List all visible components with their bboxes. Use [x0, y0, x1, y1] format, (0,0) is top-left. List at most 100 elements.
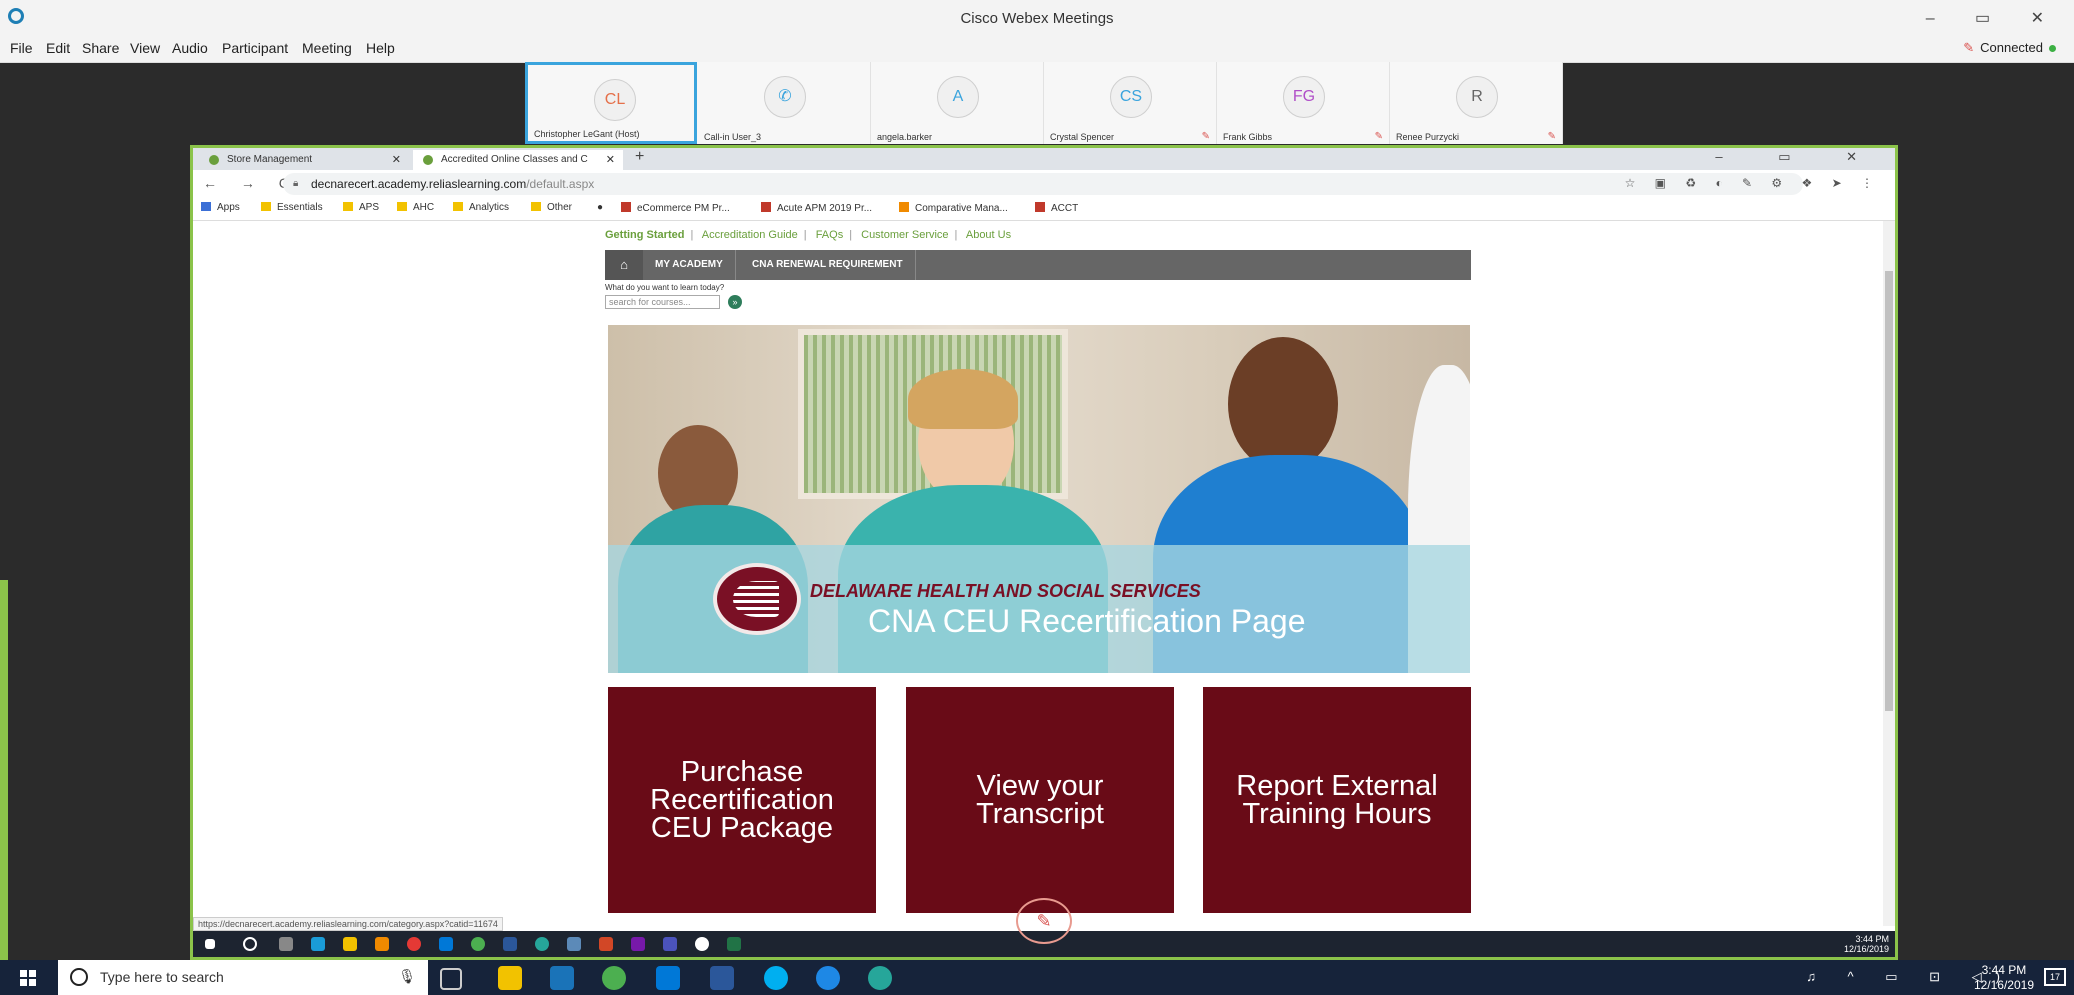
menu-meeting[interactable]: Meeting [302, 40, 352, 56]
link-customer-service[interactable]: Customer Service [861, 229, 948, 241]
page-icon [1035, 202, 1045, 212]
bookmark-other[interactable]: Other [531, 202, 572, 213]
avatar: CS [1110, 76, 1152, 118]
link-getting-started[interactable]: Getting Started [605, 229, 684, 241]
bookmark-acute-apm[interactable]: Acute APM 2019 Pr... [761, 202, 872, 214]
participant-tile[interactable]: A angela.barker [871, 62, 1044, 144]
floating-mute-icon[interactable]: ✎ [1016, 898, 1072, 944]
bookmark-comparative[interactable]: Comparative Mana... [899, 202, 1008, 214]
home-icon[interactable]: ⌂ [605, 250, 643, 280]
chrome-icon[interactable] [471, 937, 485, 951]
browser-window-controls[interactable]: – ▭ ✕ [1715, 149, 1883, 165]
skype-icon[interactable] [764, 966, 788, 990]
onenote-icon[interactable] [631, 937, 645, 951]
microphone-icon[interactable]: 🎙︎ [398, 968, 416, 985]
teams-icon[interactable] [663, 937, 677, 951]
nav-my-academy[interactable]: MY ACADEMY [643, 250, 736, 280]
file-explorer-icon[interactable] [343, 937, 357, 951]
close-tab-icon[interactable]: ✕ [606, 150, 615, 170]
extension-icons[interactable]: ☆ ▣ ♻ ◐ ✎ ⚙ ❖ ➤ ⋮ [1625, 176, 1881, 190]
task-view-icon[interactable] [440, 968, 462, 990]
accent-stripe [0, 580, 8, 960]
link-faqs[interactable]: FAQs [816, 229, 844, 241]
participant-tile[interactable]: ✆ Call-in User_3 [698, 62, 871, 144]
connection-label: Connected [1980, 40, 2043, 55]
purchase-ceu-package-button[interactable]: Purchase Recertification CEU Package [608, 687, 876, 913]
word-icon[interactable] [503, 937, 517, 951]
app-icon[interactable] [535, 937, 549, 951]
close-tab-icon[interactable]: ✕ [392, 150, 401, 170]
app-icon[interactable] [550, 966, 574, 990]
bookmark-essentials[interactable]: Essentials [261, 202, 323, 213]
menu-participant[interactable]: Participant [222, 40, 288, 56]
tab-accredited-online-classes[interactable]: Accredited Online Classes and C ✕ [413, 150, 623, 170]
outlook-icon[interactable] [656, 966, 680, 990]
participant-tile[interactable]: CL Christopher LeGant (Host) [525, 62, 697, 144]
notification-center-icon[interactable]: 17 [2044, 968, 2066, 986]
edge-icon[interactable] [816, 966, 840, 990]
excel-icon[interactable] [727, 937, 741, 951]
tab-title: Store Management [227, 154, 313, 165]
participant-tile[interactable]: R Renee Purzycki ✎ [1390, 62, 1563, 144]
course-search-input[interactable]: search for courses... [605, 295, 720, 309]
folder-icon [453, 202, 463, 211]
bookmark-aps[interactable]: APS [343, 202, 379, 213]
tab-store-management[interactable]: Store Management ✕ [199, 150, 409, 170]
menu-edit[interactable]: Edit [46, 40, 70, 56]
app-icon[interactable] [311, 937, 325, 951]
report-external-training-button[interactable]: Report External Training Hours [1203, 687, 1471, 913]
hero-agency-name: DELAWARE HEALTH AND SOCIAL SERVICES [810, 581, 1201, 601]
bookmark-ecommerce[interactable]: eCommerce PM Pr... [621, 202, 730, 214]
lock-icon[interactable]: 🔒︎ [293, 178, 298, 189]
participant-tile[interactable]: FG Frank Gibbs ✎ [1217, 62, 1390, 144]
view-transcript-button[interactable]: View your Transcript [906, 687, 1174, 913]
link-about-us[interactable]: About Us [966, 229, 1011, 241]
bookmark-ahc[interactable]: AHC [397, 202, 434, 213]
avatar: R [1456, 76, 1498, 118]
search-label: What do you want to learn today? [605, 283, 725, 292]
app-icon[interactable] [567, 937, 581, 951]
app-icon[interactable] [375, 937, 389, 951]
participant-tile[interactable]: CS Crystal Spencer ✎ [1044, 62, 1217, 144]
bookmark-apps[interactable]: Apps [201, 202, 240, 213]
powerpoint-icon[interactable] [599, 937, 613, 951]
url-field[interactable]: decnarecert.academy.reliaslearning.com/d… [283, 173, 1803, 195]
webex-window-controls[interactable]: – ▭ ✕ [1926, 8, 2062, 28]
photo-person [908, 369, 1018, 429]
outlook-icon[interactable] [439, 937, 453, 951]
bookmark-analytics[interactable]: Analytics [453, 202, 509, 213]
webex-icon[interactable] [868, 966, 892, 990]
menu-view[interactable]: View [130, 40, 160, 56]
participant-name: Frank Gibbs [1223, 132, 1273, 142]
mic-muted-icon[interactable]: ✎ [1963, 40, 1974, 55]
taskbar-search[interactable]: Type here to search 🎙︎ [58, 960, 428, 995]
menu-share[interactable]: Share [82, 40, 119, 56]
file-explorer-icon[interactable] [498, 966, 522, 990]
chrome-icon[interactable] [602, 966, 626, 990]
app-icon[interactable] [695, 937, 709, 951]
new-tab-button[interactable]: + [635, 148, 644, 166]
app-icon[interactable] [407, 937, 421, 951]
menu-file[interactable]: File [10, 40, 33, 56]
page-icon [899, 202, 909, 212]
phone-icon: ✆ [764, 76, 806, 118]
bookmarks-bar: Apps Essentials APS AHC Analytics Other … [193, 198, 1895, 221]
word-icon[interactable] [710, 966, 734, 990]
task-view-icon[interactable] [279, 937, 293, 951]
scrollbar-thumb[interactable] [1885, 271, 1893, 711]
avatar: CL [594, 79, 636, 121]
system-clock[interactable]: 3:44 PM 12/16/2019 [1974, 963, 2034, 993]
bookmark-acct[interactable]: ACCT [1035, 202, 1078, 214]
dhss-seal-logo [713, 563, 801, 635]
favicon-icon [423, 155, 433, 165]
menu-audio[interactable]: Audio [172, 40, 208, 56]
start-button[interactable] [20, 970, 36, 986]
search-icon[interactable] [243, 937, 257, 951]
menu-help[interactable]: Help [366, 40, 395, 56]
start-icon[interactable] [205, 939, 215, 949]
search-go-button[interactable]: » [728, 295, 742, 309]
nav-cna-renewal-requirement[interactable]: CNA RENEWAL REQUIREMENT [740, 250, 916, 280]
bookmark-globe[interactable]: ● [597, 202, 603, 213]
page-scrollbar[interactable] [1883, 221, 1895, 926]
link-accreditation-guide[interactable]: Accreditation Guide [702, 229, 798, 241]
